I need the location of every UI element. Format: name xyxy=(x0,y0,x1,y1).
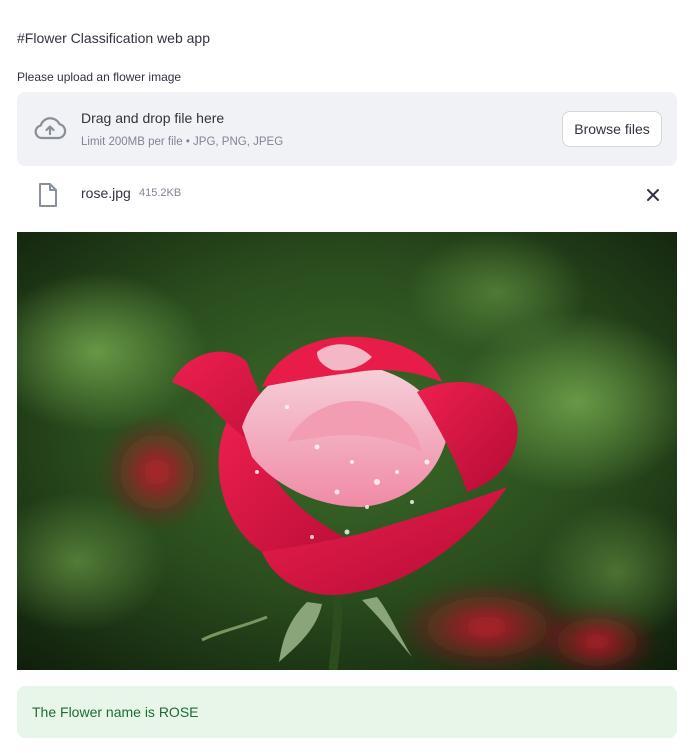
close-icon xyxy=(647,189,659,201)
browse-files-button[interactable]: Browse files xyxy=(562,111,662,147)
file-dropzone[interactable]: Drag and drop file here Limit 200MB per … xyxy=(17,92,677,166)
upload-label: Please upload an flower image xyxy=(17,70,182,84)
rose-photo xyxy=(17,232,677,670)
dropzone-instructions: Drag and drop file here xyxy=(81,110,225,126)
prediction-result-text: The Flower name is ROSE xyxy=(32,704,199,720)
cloud-upload-icon xyxy=(34,117,67,140)
file-name: rose.jpg xyxy=(81,185,131,201)
file-size: 415.2KB xyxy=(139,187,182,199)
uploaded-file-item: rose.jpg 415.2KB xyxy=(17,176,677,214)
prediction-result-alert: The Flower name is ROSE xyxy=(17,686,677,738)
file-icon xyxy=(39,183,57,207)
dropzone-limit-text: Limit 200MB per file • JPG, PNG, JPEG xyxy=(81,136,284,148)
uploaded-flower-image xyxy=(17,232,677,670)
app-page: #Flower Classification web app Please up… xyxy=(0,0,692,751)
page-title: #Flower Classification web app xyxy=(17,30,210,46)
remove-file-button[interactable] xyxy=(643,185,663,205)
